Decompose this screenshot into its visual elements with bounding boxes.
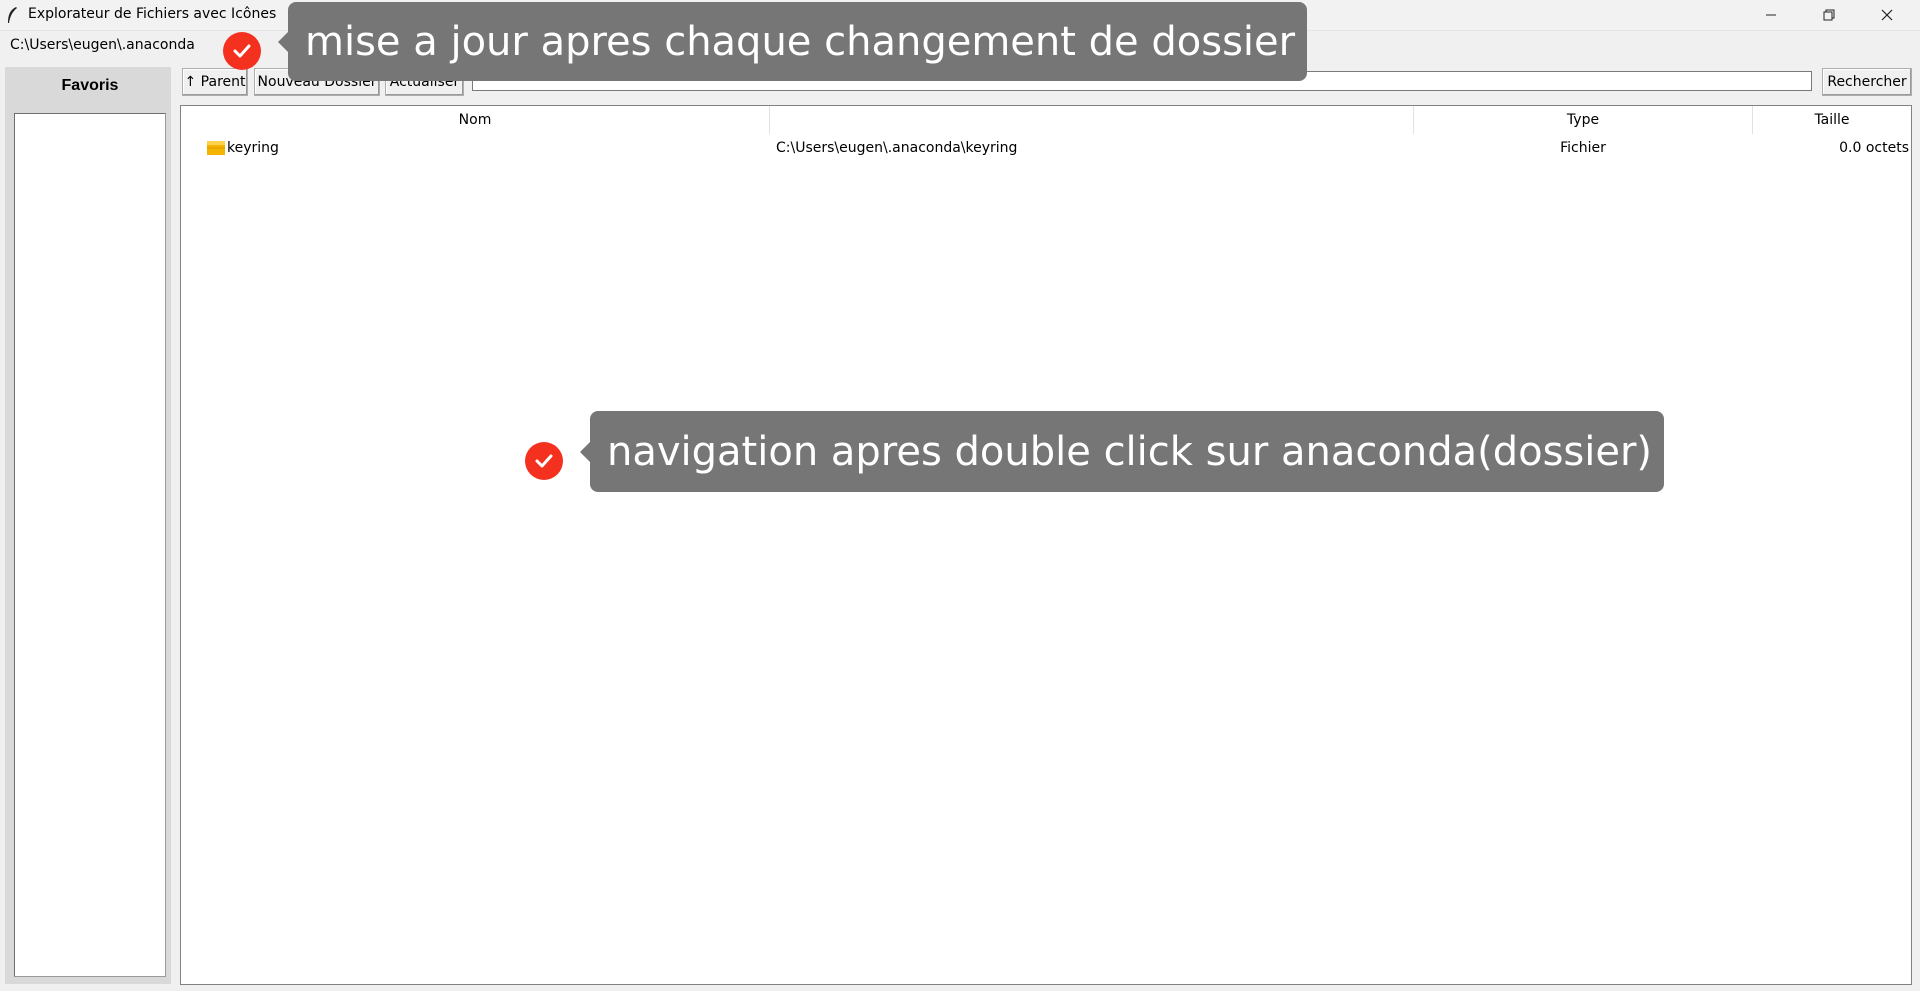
favorites-title: Favoris xyxy=(61,77,119,94)
parent-button[interactable]: ↑ Parent xyxy=(182,68,248,96)
row-type: Fichier xyxy=(1560,140,1606,156)
annotation-check-badge xyxy=(223,32,261,70)
close-button[interactable] xyxy=(1858,0,1916,30)
window-title: Explorateur de Fichiers avec Icônes xyxy=(28,6,277,22)
row-name: keyring xyxy=(227,140,279,156)
minimize-icon xyxy=(1766,14,1776,16)
column-header-type[interactable]: Type xyxy=(1414,106,1753,134)
favorites-panel: Favoris xyxy=(5,67,171,984)
row-size: 0.0 octets xyxy=(1839,140,1909,156)
feather-icon xyxy=(8,7,17,23)
favorites-list[interactable] xyxy=(14,113,166,977)
restore-button[interactable] xyxy=(1800,0,1858,30)
column-header-path[interactable] xyxy=(770,106,1414,134)
minimize-button[interactable] xyxy=(1742,0,1800,30)
table-row[interactable]: keyring C:\Users\eugen\.anaconda\keyring… xyxy=(181,138,1911,160)
column-header-size[interactable]: Taille xyxy=(1753,106,1911,134)
annotation-check-badge xyxy=(525,442,563,480)
column-header-name[interactable]: Nom xyxy=(181,106,770,134)
current-path-label: C:\Users\eugen\.anaconda xyxy=(10,37,195,53)
restore-icon xyxy=(1823,9,1835,21)
search-button[interactable]: Rechercher xyxy=(1822,68,1912,96)
folder-icon xyxy=(207,141,225,155)
row-path: C:\Users\eugen\.anaconda\keyring xyxy=(776,140,1018,156)
check-icon xyxy=(233,44,251,58)
annotation-callout: mise a jour apres chaque changement de d… xyxy=(278,2,1307,81)
check-icon xyxy=(535,454,553,468)
file-table[interactable]: Nom Type Taille keyring C:\Users\eugen\.… xyxy=(180,105,1912,985)
close-icon xyxy=(1881,9,1893,21)
annotation-callout: navigation apres double click sur anacon… xyxy=(580,411,1664,492)
